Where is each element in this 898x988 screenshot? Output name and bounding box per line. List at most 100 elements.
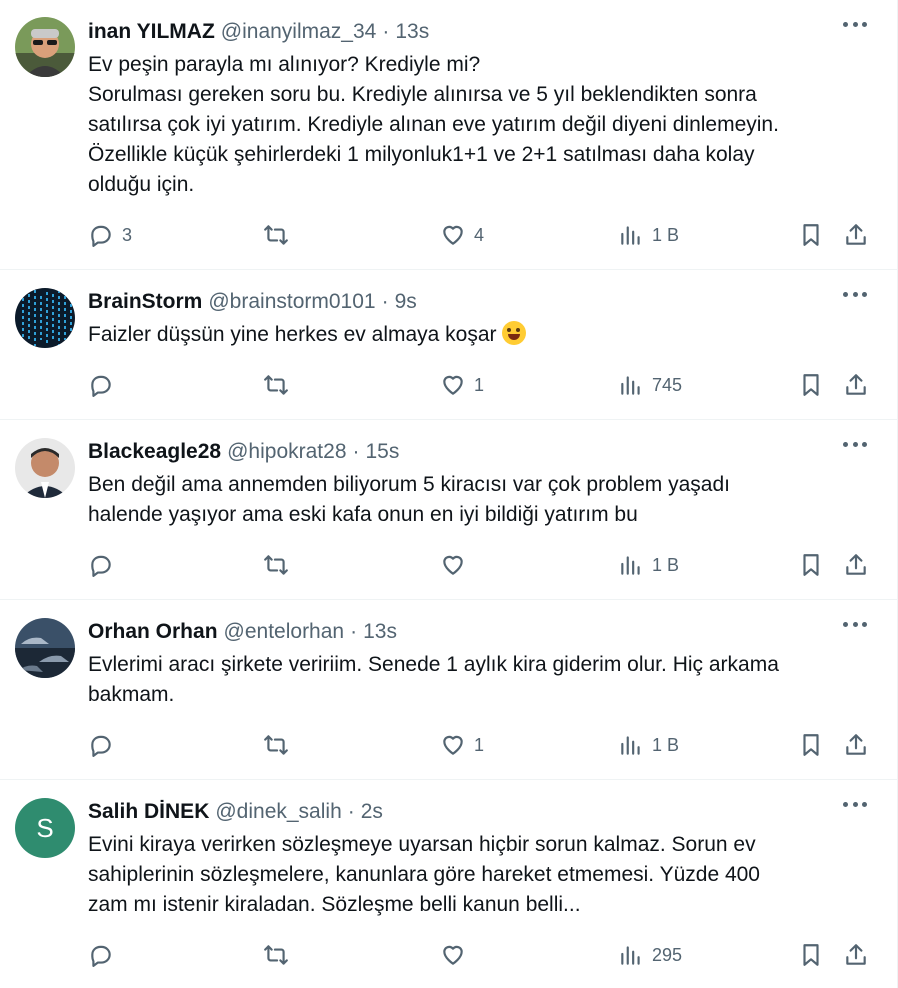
heart-icon xyxy=(443,225,463,245)
display-name[interactable]: inan YILMAZ xyxy=(88,18,215,46)
like-button[interactable]: 4 xyxy=(440,222,484,248)
more-options-icon[interactable] xyxy=(843,802,867,810)
timestamp[interactable]: 15s xyxy=(366,438,400,466)
reply-button[interactable] xyxy=(88,552,122,578)
retweet-button[interactable] xyxy=(263,942,297,968)
reply-button[interactable] xyxy=(88,372,122,398)
timestamp[interactable]: 2s xyxy=(361,798,383,826)
views-button[interactable]: 745 xyxy=(618,372,682,398)
display-name[interactable]: Salih DİNEK xyxy=(88,798,209,826)
user-handle[interactable]: @entelorhan xyxy=(224,618,345,646)
retweet-icon xyxy=(264,735,288,755)
retweet-icon xyxy=(264,375,288,395)
display-name[interactable]: Orhan Orhan xyxy=(88,618,218,646)
tweet-header: Blackeagle28 @hipokrat28 · 15s xyxy=(88,438,877,466)
more-options-icon[interactable] xyxy=(843,292,867,300)
like-count: 1 xyxy=(474,374,485,395)
retweet-button[interactable] xyxy=(263,372,297,398)
tweet-feed: inan YILMAZ @inanyilmaz_34 · 13s Ev peşi… xyxy=(0,0,898,988)
views-button[interactable]: 1 B xyxy=(618,552,679,578)
retweet-button[interactable] xyxy=(263,732,297,758)
separator: · xyxy=(350,620,358,643)
views-button[interactable]: 1 B xyxy=(618,222,679,248)
more-options-icon[interactable] xyxy=(843,22,867,30)
tweet[interactable]: BrainStorm @brainstorm0101 · 9s Faizler … xyxy=(0,270,897,420)
views-icon xyxy=(621,226,640,245)
retweet-icon xyxy=(264,225,288,245)
retweet-button[interactable] xyxy=(263,552,297,578)
views-icon xyxy=(621,946,640,965)
tweet-text: Evini kiraya verirken sözleşmeye uyarsan… xyxy=(88,833,760,916)
profile-photo-man-suit-icon xyxy=(15,438,75,498)
views-icon xyxy=(621,556,640,575)
tweet[interactable]: Blackeagle28 @hipokrat28 · 15s Ben değil… xyxy=(0,420,897,600)
heart-icon xyxy=(443,945,463,965)
share-button[interactable] xyxy=(843,222,869,248)
views-button[interactable]: 1 B xyxy=(618,732,679,758)
profile-photo-sunglasses-icon xyxy=(15,17,75,77)
timestamp[interactable]: 13s xyxy=(395,18,429,46)
display-name[interactable]: BrainStorm xyxy=(88,288,202,316)
retweet-icon xyxy=(264,555,288,575)
tweet[interactable]: inan YILMAZ @inanyilmaz_34 · 13s Ev peşi… xyxy=(0,0,897,270)
like-button[interactable] xyxy=(440,552,474,578)
bookmark-icon xyxy=(803,374,819,396)
avatar[interactable]: S xyxy=(15,798,75,858)
bookmark-button[interactable] xyxy=(798,732,824,758)
retweet-icon xyxy=(264,945,288,965)
retweet-button[interactable] xyxy=(263,222,297,248)
tweet-header: inan YILMAZ @inanyilmaz_34 · 13s xyxy=(88,18,877,46)
views-button[interactable]: 295 xyxy=(618,942,682,968)
view-count: 1 B xyxy=(652,734,680,755)
bookmark-button[interactable] xyxy=(798,222,824,248)
avatar[interactable] xyxy=(15,17,75,77)
heart-icon xyxy=(443,375,463,395)
separator: · xyxy=(352,440,360,463)
separator: · xyxy=(381,290,389,313)
reply-button[interactable]: 3 xyxy=(88,222,132,248)
share-button[interactable] xyxy=(843,942,869,968)
avatar[interactable] xyxy=(15,618,75,678)
reply-icon xyxy=(91,555,111,577)
reply-button[interactable] xyxy=(88,732,122,758)
views-icon xyxy=(621,376,640,395)
tweet-actions: 3 4 1 B xyxy=(88,222,877,254)
share-icon xyxy=(846,734,866,755)
tweet[interactable]: S Salih DİNEK @dinek_salih · 2s Evini ki… xyxy=(0,780,897,988)
reply-icon xyxy=(91,945,111,967)
display-name[interactable]: Blackeagle28 xyxy=(88,438,221,466)
user-handle[interactable]: @dinek_salih xyxy=(215,798,341,826)
share-button[interactable] xyxy=(843,732,869,758)
view-count: 1 B xyxy=(652,224,680,245)
bookmark-button[interactable] xyxy=(798,552,824,578)
bookmark-button[interactable] xyxy=(798,942,824,968)
more-options-icon[interactable] xyxy=(843,622,867,630)
reply-count: 3 xyxy=(122,224,133,245)
tweet-header: BrainStorm @brainstorm0101 · 9s xyxy=(88,288,877,316)
view-count: 745 xyxy=(652,374,683,395)
timestamp[interactable]: 9s xyxy=(395,288,417,316)
views-icon xyxy=(621,736,640,755)
avatar[interactable] xyxy=(15,438,75,498)
reply-button[interactable] xyxy=(88,942,122,968)
share-button[interactable] xyxy=(843,372,869,398)
more-options-icon[interactable] xyxy=(843,442,867,450)
like-button[interactable]: 1 xyxy=(440,372,484,398)
bookmark-button[interactable] xyxy=(798,372,824,398)
share-button[interactable] xyxy=(843,552,869,578)
timestamp[interactable]: 13s xyxy=(363,618,397,646)
user-handle[interactable]: @hipokrat28 xyxy=(227,438,346,466)
avatar[interactable] xyxy=(15,288,75,348)
bookmark-icon xyxy=(803,734,819,756)
user-handle[interactable]: @brainstorm0101 xyxy=(208,288,375,316)
like-button[interactable] xyxy=(440,942,474,968)
tweet-actions: 1 745 xyxy=(88,372,877,404)
tweet-actions: 295 xyxy=(88,942,877,974)
tweet[interactable]: Orhan Orhan @entelorhan · 13s Evlerimi a… xyxy=(0,600,897,780)
tweet-actions: 1 B xyxy=(88,552,877,584)
tweet-text: Faizler düşsün yine herkes ev almaya koş… xyxy=(88,320,877,350)
like-button[interactable]: 1 xyxy=(440,732,484,758)
user-handle[interactable]: @inanyilmaz_34 xyxy=(221,18,377,46)
share-icon xyxy=(846,554,866,575)
tweet-text: Evlerimi aracı şirkete veririim. Senede … xyxy=(88,653,779,706)
